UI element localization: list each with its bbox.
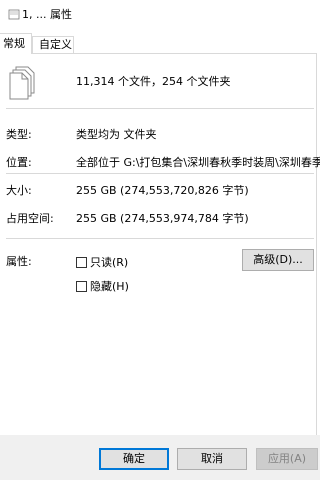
disk-size-value: 255 GB (274,553,974,784 字节) xyxy=(76,212,249,225)
tab-customize[interactable]: 自定义 xyxy=(32,36,74,53)
location-value[interactable]: 全部位于 G:\打包集合\深圳春秋季时装周\深圳春季时装 xyxy=(76,154,320,170)
divider xyxy=(6,238,314,239)
apply-button[interactable]: 应用(A) xyxy=(256,448,318,470)
readonly-label[interactable]: 只读(R) xyxy=(90,254,128,270)
cancel-button[interactable]: 取消 xyxy=(177,448,247,470)
divider xyxy=(6,173,314,174)
window-title: 1, ... 属性 xyxy=(22,8,72,21)
multiple-files-icon xyxy=(9,66,35,100)
ok-button[interactable]: 确定 xyxy=(99,448,169,470)
readonly-checkbox[interactable] xyxy=(76,256,87,268)
size-value: 255 GB (274,553,720,826 字节) xyxy=(76,184,249,197)
divider xyxy=(6,108,314,109)
type-label: 类型: xyxy=(6,128,32,141)
size-label: 大小: xyxy=(6,184,32,197)
tab-general[interactable]: 常规 xyxy=(0,33,32,54)
selection-summary: 11,314 个文件，254 个文件夹 xyxy=(76,75,231,88)
attributes-label: 属性: xyxy=(6,255,32,268)
folder-icon xyxy=(8,9,20,20)
properties-dialog: 1, ... 属性 常规 自定义 11,314 个文件，254 个文件夹 类型:… xyxy=(0,0,320,480)
hidden-checkbox[interactable] xyxy=(76,280,87,292)
title-bar[interactable]: 1, ... 属性 xyxy=(0,0,320,28)
advanced-button[interactable]: 高级(D)... xyxy=(242,249,314,271)
tab-strip: 常规 自定义 xyxy=(0,33,320,54)
tab-panel xyxy=(0,53,317,435)
hidden-checkbox-row[interactable]: 隐藏(H) xyxy=(76,279,129,293)
readonly-checkbox-row[interactable]: 只读(R) xyxy=(76,255,128,269)
location-label: 位置: xyxy=(6,156,32,169)
disk-size-label: 占用空间: xyxy=(6,212,54,225)
hidden-label[interactable]: 隐藏(H) xyxy=(90,278,129,294)
type-value: 类型均为 文件夹 xyxy=(76,128,157,141)
